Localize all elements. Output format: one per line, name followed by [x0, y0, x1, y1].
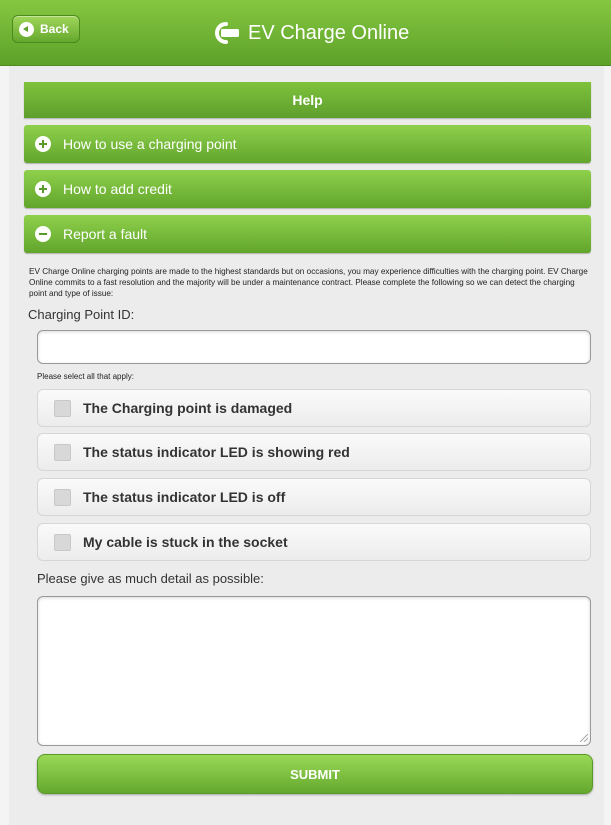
charging-point-id-input[interactable]: [37, 330, 591, 364]
checkbox-label: The Charging point is damaged: [83, 400, 293, 416]
accordion-how-to-use[interactable]: How to use a charging point: [24, 125, 591, 163]
checkbox[interactable]: [54, 443, 71, 461]
detail-label: Please give as much detail as possible:: [37, 571, 264, 586]
checkbox-label: The status indicator LED is showing red: [83, 444, 350, 460]
fault-intro-text: EV Charge Online charging points are mad…: [29, 267, 588, 298]
checkbox-option-led-red[interactable]: The status indicator LED is showing red: [37, 433, 591, 471]
accordion-label: How to use a charging point: [63, 136, 237, 152]
resize-grip-icon[interactable]: [580, 734, 588, 742]
back-button-label: Back: [40, 22, 69, 36]
checkbox-option-cable-stuck[interactable]: My cable is stuck in the socket: [37, 523, 591, 561]
accordion-report-fault[interactable]: Report a fault: [24, 215, 591, 253]
detail-textarea[interactable]: [37, 596, 591, 746]
charging-point-id-label: Charging Point ID:: [28, 307, 135, 322]
plus-icon: [35, 181, 51, 197]
app-header: Back EV Charge Online: [0, 0, 611, 66]
plus-icon: [35, 136, 51, 152]
app-brand: EV Charge Online: [210, 17, 409, 49]
checkbox-option-damaged[interactable]: The Charging point is damaged: [37, 389, 591, 427]
plug-logo-icon: [215, 22, 239, 44]
submit-label: SUBMIT: [290, 766, 340, 782]
accordion-label: How to add credit: [63, 181, 172, 197]
checkbox[interactable]: [54, 533, 71, 551]
submit-button[interactable]: SUBMIT: [37, 754, 593, 794]
checkbox[interactable]: [54, 399, 71, 417]
help-title: Help: [292, 92, 323, 108]
minus-icon: [35, 226, 51, 242]
app-title: EV Charge Online: [248, 21, 410, 44]
accordion-add-credit[interactable]: How to add credit: [24, 170, 591, 208]
checkbox[interactable]: [54, 488, 71, 506]
checkbox-option-led-off[interactable]: The status indicator LED is off: [37, 478, 591, 516]
back-arrow-icon: [19, 21, 34, 37]
help-title-bar: Help: [24, 82, 591, 118]
back-button[interactable]: Back: [12, 15, 80, 43]
accordion-label: Report a fault: [63, 226, 148, 242]
select-all-note: Please select all that apply:: [37, 372, 134, 381]
checkbox-label: My cable is stuck in the socket: [83, 534, 288, 550]
checkbox-label: The status indicator LED is off: [83, 489, 286, 505]
